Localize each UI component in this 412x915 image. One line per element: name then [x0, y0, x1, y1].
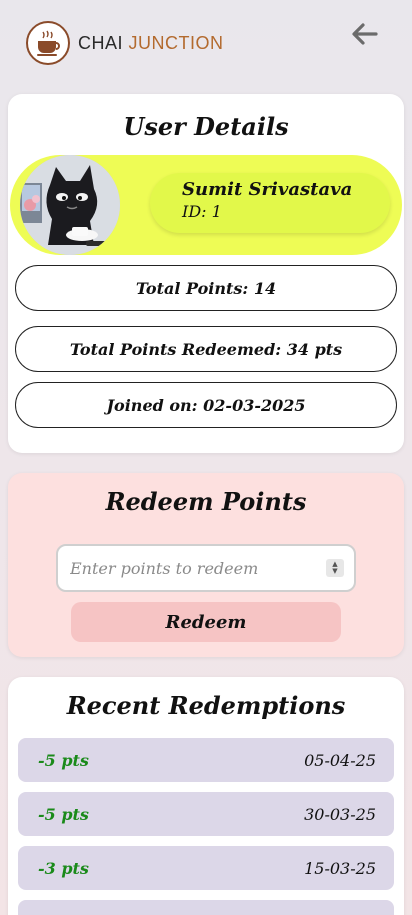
redeemed-points: -5 pts: [38, 804, 89, 824]
back-button[interactable]: [348, 20, 380, 48]
list-item: -3 pts 15-03-25: [18, 846, 394, 890]
joined-date: Joined on: 02-03-2025: [15, 382, 397, 428]
total-points-redeemed: Total Points Redeemed: 34 pts: [15, 326, 397, 372]
user-name-pill: Sumit Srivastava ID: 1: [150, 173, 390, 233]
redeemed-date: 05-04-25: [304, 750, 376, 770]
app-header: CHAI JUNCTION: [0, 0, 412, 88]
total-points: Total Points: 14: [15, 265, 397, 311]
user-details-card: User Details Sumit Srivastava ID: 1 Tota…: [8, 94, 404, 453]
recent-redemptions-card: Recent Redemptions -5 pts 05-04-25 -5 pt…: [8, 677, 404, 915]
list-item: -5 pts 05-04-25: [18, 738, 394, 782]
user-id: ID: 1: [182, 202, 222, 221]
redeem-points-card: Redeem Points ▲▼ Redeem: [8, 473, 404, 657]
coffee-cup-icon: [26, 21, 70, 65]
brand-word-2: JUNCTION: [128, 32, 224, 53]
brand-word-1: CHAI: [78, 32, 124, 53]
list-item: [18, 900, 394, 915]
user-details-title: User Details: [123, 112, 289, 141]
redeemed-date: 15-03-25: [304, 858, 376, 878]
redeem-points-title: Redeem Points: [105, 487, 307, 516]
profile-band: Sumit Srivastava ID: 1: [10, 155, 402, 255]
list-item: -5 pts 30-03-25: [18, 792, 394, 836]
redeem-points-input[interactable]: [56, 544, 356, 592]
arrow-left-icon: [352, 23, 378, 45]
redeemed-date: 30-03-25: [304, 804, 376, 824]
recent-redemptions-title: Recent Redemptions: [66, 691, 346, 720]
redeemed-points: -5 pts: [38, 750, 89, 770]
brand-name: CHAI JUNCTION: [78, 33, 224, 54]
user-name: Sumit Srivastava: [182, 179, 353, 200]
redeem-button[interactable]: Redeem: [71, 602, 341, 642]
brand-logo[interactable]: CHAI JUNCTION: [26, 21, 224, 65]
avatar: [20, 155, 120, 255]
redeemed-points: -3 pts: [38, 858, 89, 878]
